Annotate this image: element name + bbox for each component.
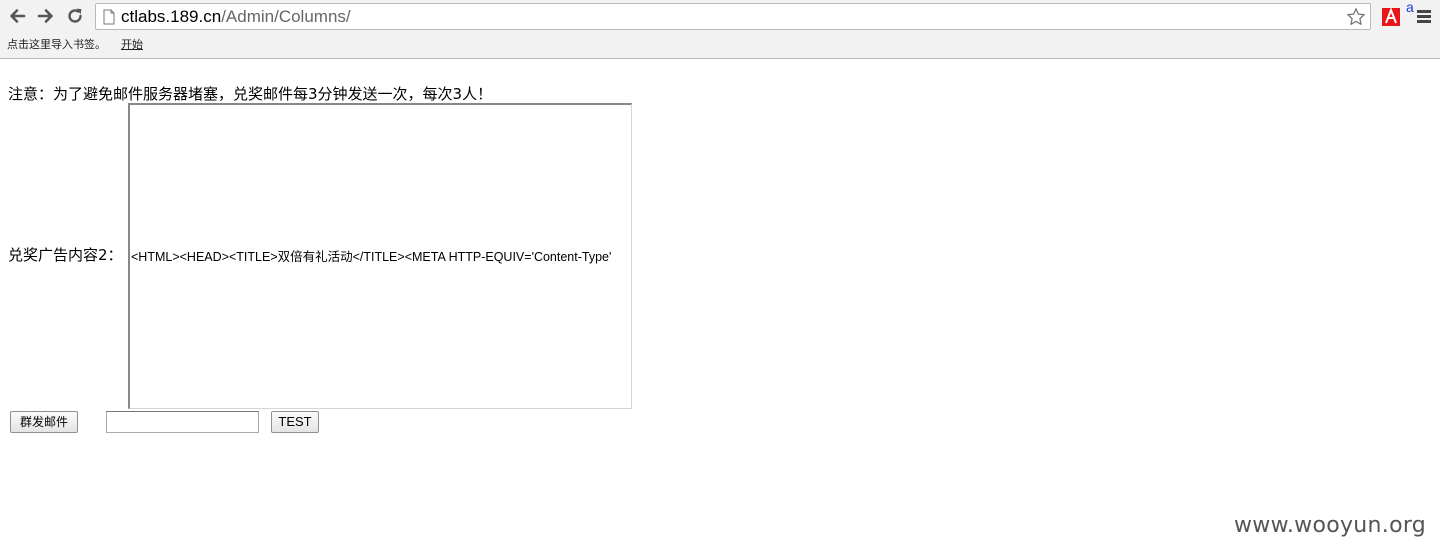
bookmarks-bar: 点击这里导入书签。 开始 [0,33,1440,59]
url-path: /Admin/Columns/ [221,7,351,26]
bookmark-star-icon[interactable] [1346,7,1366,27]
reload-button[interactable] [64,5,86,27]
send-mail-button[interactable]: 群发邮件 [10,411,78,433]
reload-icon [68,8,82,23]
ad-content-textarea[interactable]: <HTML><HEAD><TITLE>双倍有礼活动</TITLE><META H… [128,103,632,409]
menu-icon[interactable] [1417,10,1431,23]
notice-text: 注意：为了避免邮件服务器堵塞，兑奖邮件每3分钟发送一次，每次3人！ [8,85,493,103]
ad-content-label: 兑奖广告内容2： [8,246,123,264]
url-text[interactable]: ctlabs.189.cn/Admin/Columns/ [121,7,351,27]
start-link[interactable]: 开始 [121,38,143,52]
ad-content-text: <HTML><HEAD><TITLE>双倍有礼活动</TITLE><META H… [131,250,612,264]
forward-button[interactable] [35,5,57,27]
url-host: ctlabs.189.cn [121,7,222,26]
import-bookmarks-text[interactable]: 点击这里导入书签。 [7,38,106,52]
page-icon [103,9,115,25]
back-arrow-icon [10,9,26,23]
forward-arrow-icon [37,9,53,23]
test-input[interactable] [106,411,259,433]
back-button[interactable] [6,5,28,27]
address-bar[interactable]: ctlabs.189.cn/Admin/Columns/ [95,3,1371,30]
acrobat-extension-icon[interactable] [1382,6,1400,26]
watermark-text: www.wooyun.org [1234,513,1427,538]
browser-toolbar: ctlabs.189.cn/Admin/Columns/ a [0,0,1440,33]
translate-extension-icon[interactable]: a [1406,0,1414,14]
test-button[interactable]: TEST [271,411,319,433]
